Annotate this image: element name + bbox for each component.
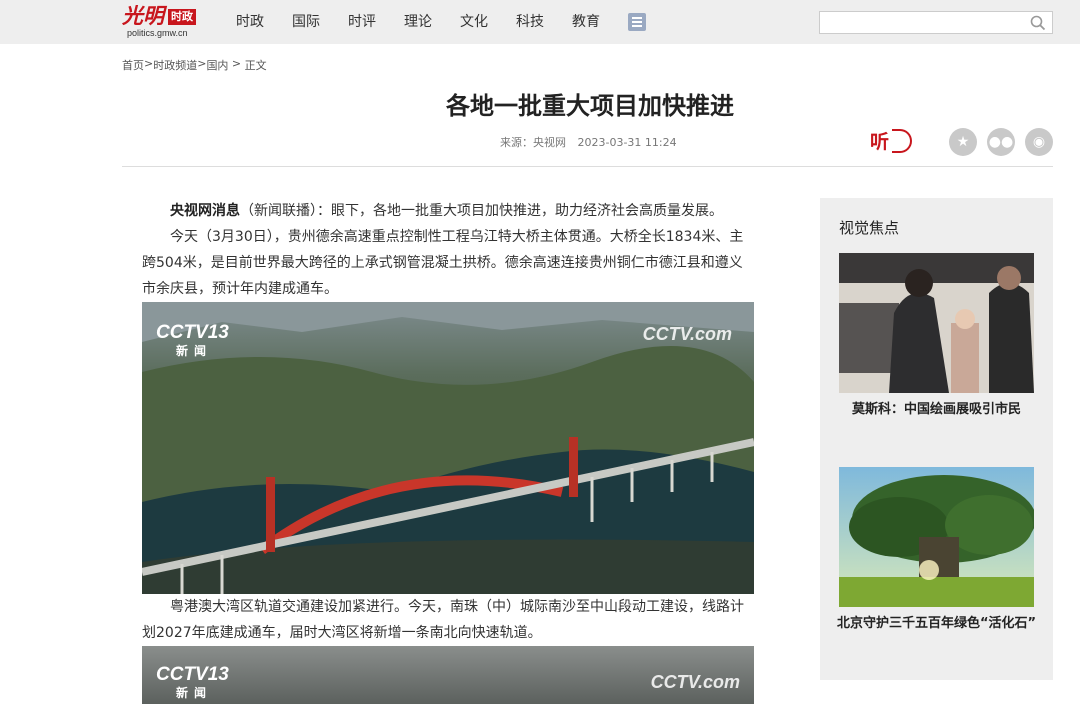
logo-brand: 光明 — [122, 3, 164, 28]
cctv13-logo-2: CCTV13 新闻 — [156, 664, 229, 700]
ancient-tree-photo — [839, 467, 1034, 607]
bridge-image: CCTV13 新闻 CCTV.com — [142, 302, 754, 594]
sidebar-title: 视觉焦点 — [839, 219, 900, 237]
breadcrumb-current: 正文 — [244, 59, 267, 72]
cctv-watermark: CCTV.com — [642, 324, 732, 344]
paragraph-railway: 粤港澳大湾区轨道交通建设加紧进行。今天，南珠（中）城际南沙至中山段动工建设，线路… — [142, 599, 744, 641]
favorite-share-icon[interactable]: ★ — [949, 128, 977, 156]
lead-paragraph: 央视网消息（新闻联播）：眼下，各地一批重大项目加快推进，助力经济社会高质量发展。 — [142, 198, 754, 224]
lead-source: 央视网消息 — [170, 203, 240, 219]
search-box — [819, 11, 1053, 34]
menu-icon[interactable] — [628, 13, 646, 31]
lead-text: （新闻联播）：眼下，各地一批重大项目加快推进，助力经济社会高质量发展。 — [240, 203, 723, 219]
header-divider — [122, 166, 1053, 167]
search-icon[interactable] — [1030, 15, 1046, 31]
site-logo[interactable]: 光明 时政 politics.gmw.cn — [122, 4, 202, 38]
sidebar-photo-moscow[interactable] — [839, 253, 1034, 393]
cctv13-logo: CCTV13 新闻 — [156, 322, 229, 358]
weibo-share-icon[interactable]: ◉ — [1025, 128, 1053, 156]
cctv-watermark-2: CCTV.com — [650, 672, 740, 692]
article-source: 来源：央视网 — [500, 136, 566, 149]
nav-item-culture[interactable]: 文化 — [460, 13, 488, 31]
breadcrumb-home[interactable]: 首页 — [122, 57, 144, 73]
nav-item-theory[interactable]: 理论 — [404, 13, 432, 31]
wechat-share-icon[interactable]: ●● — [987, 128, 1015, 156]
breadcrumb-domestic[interactable]: 国内 — [206, 57, 228, 73]
article-body: 央视网消息（新闻联播）：眼下，各地一批重大项目加快推进，助力经济社会高质量发展。… — [142, 198, 754, 704]
listen-button[interactable]: 听 — [870, 127, 914, 155]
article-title: 各地一批重大项目加快推进 — [446, 92, 734, 120]
paragraph-bridge: 今天（3月30日），贵州德余高速重点控制性工程乌江特大桥主体贯通。大桥全长183… — [142, 229, 744, 297]
exhibition-photo — [839, 253, 1034, 393]
sidebar-photo-tree[interactable] — [839, 467, 1034, 607]
top-nav-bar: 光明 时政 politics.gmw.cn 时政 国际 时评 理论 文化 科技 … — [0, 0, 1080, 44]
sidebar-caption-tree[interactable]: 北京守护三千五百年绿色“活化石” — [832, 614, 1041, 634]
breadcrumb: 首页 > 时政频道 > 国内 > 正文 — [122, 57, 267, 73]
article-datetime: 2023-03-31 11:24 — [577, 136, 677, 149]
search-input[interactable] — [826, 12, 1026, 34]
nav-item-politics[interactable]: 时政 — [236, 13, 264, 31]
sidebar-caption-moscow[interactable]: 莫斯科：中国绘画展吸引市民 — [832, 400, 1041, 420]
nav-item-tech[interactable]: 科技 — [516, 13, 544, 31]
audio-wave-icon — [892, 129, 912, 153]
nav-item-commentary[interactable]: 时评 — [348, 13, 376, 31]
bridge-illustration — [142, 302, 754, 594]
logo-tag: 时政 — [168, 9, 196, 25]
visual-focus-sidebar: 视觉焦点 莫斯科：中国绘画展吸引市民 北京守护三千五百年绿色“活化石” — [820, 198, 1053, 680]
main-nav: 时政 国际 时评 理论 文化 科技 教育 — [236, 13, 628, 31]
railway-image: CCTV13 新闻 CCTV.com — [142, 646, 754, 704]
breadcrumb-channel[interactable]: 时政频道 — [153, 57, 197, 73]
article-meta: 来源：央视网 2023-03-31 11:24 — [500, 134, 685, 150]
listen-label: 听 — [870, 131, 890, 153]
nav-item-education[interactable]: 教育 — [572, 13, 600, 31]
logo-domain: politics.gmw.cn — [127, 28, 188, 38]
nav-item-international[interactable]: 国际 — [292, 13, 320, 31]
